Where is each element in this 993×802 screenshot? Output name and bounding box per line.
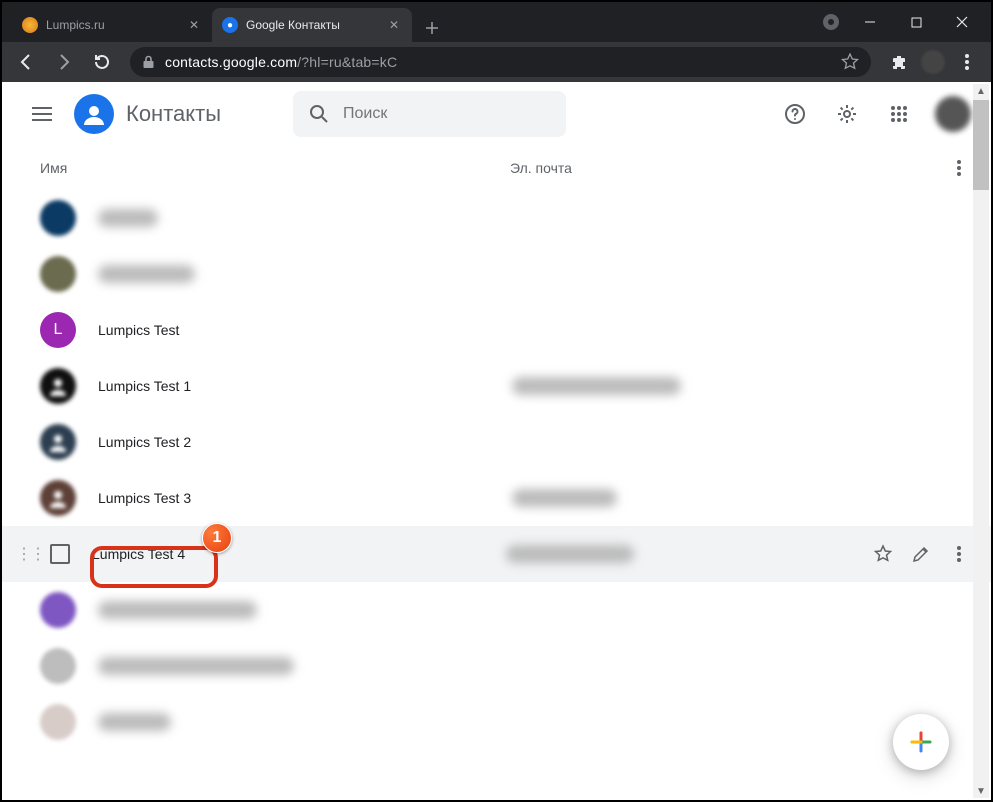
browser-profile-avatar[interactable] (921, 50, 945, 74)
contact-email (506, 545, 853, 563)
list-header: Имя Эл. почта (30, 146, 973, 190)
contact-avatar (40, 480, 76, 516)
contact-email (512, 377, 973, 395)
contact-row[interactable] (30, 582, 973, 638)
list-menu-button[interactable] (945, 154, 973, 182)
row-actions (853, 540, 973, 568)
contacts-list: Имя Эл. почта L Lumpics Test Lumpics Test … (2, 146, 991, 800)
scrollbar-thumb[interactable] (973, 100, 989, 190)
browser-tabs: Lumpics.ru ✕ ● Google Контакты ✕ (2, 2, 815, 42)
window-maximize-button[interactable] (893, 2, 939, 42)
extensions-button[interactable] (883, 46, 915, 78)
contact-row[interactable]: Lumpics Test 2 (30, 414, 973, 470)
contact-avatar (40, 256, 76, 292)
scrollbar-up-icon[interactable]: ▲ (973, 83, 989, 99)
account-avatar[interactable] (935, 96, 971, 132)
scrollbar[interactable]: ▲ ▼ (973, 84, 989, 798)
drag-handle-icon[interactable]: ⋮⋮ (16, 544, 44, 564)
row-checkbox[interactable] (50, 544, 70, 564)
contact-avatar (40, 200, 76, 236)
forward-button[interactable] (48, 46, 80, 78)
contact-name (98, 713, 512, 731)
contacts-logo-icon (74, 94, 114, 134)
contact-name: Lumpics Test (98, 322, 512, 338)
browser-address-bar: contacts.google.com/?hl=ru&tab=kC (2, 42, 991, 82)
lock-icon (142, 55, 155, 69)
scrollbar-down-icon[interactable]: ▼ (973, 783, 989, 799)
contact-row[interactable] (30, 246, 973, 302)
contact-row[interactable]: Lumpics Test 3 (30, 470, 973, 526)
contact-name: Lumpics Test 4 (92, 546, 506, 562)
search-icon (309, 104, 329, 124)
new-tab-button[interactable] (418, 14, 446, 42)
url-text: contacts.google.com/?hl=ru&tab=kC (165, 54, 397, 70)
help-button[interactable] (775, 94, 815, 134)
contact-row[interactable]: Lumpics Test 1 (30, 358, 973, 414)
create-contact-fab[interactable] (893, 714, 949, 770)
close-icon[interactable]: ✕ (186, 17, 202, 33)
column-email: Эл. почта (510, 160, 853, 176)
apps-button[interactable] (879, 94, 919, 134)
contact-avatar: L (40, 312, 76, 348)
app-header: Контакты (2, 82, 991, 146)
close-icon[interactable]: ✕ (386, 17, 402, 33)
contact-name: Lumpics Test 1 (98, 378, 512, 394)
reload-button[interactable] (86, 46, 118, 78)
main-menu-button[interactable] (22, 94, 62, 134)
window-close-button[interactable] (939, 2, 985, 42)
contact-avatar (40, 592, 76, 628)
contact-row[interactable] (30, 638, 973, 694)
contact-avatar (40, 424, 76, 460)
column-name: Имя (40, 160, 510, 176)
browser-tab-0[interactable]: Lumpics.ru ✕ (12, 8, 212, 42)
app-title: Контакты (126, 101, 221, 127)
contact-row[interactable] (30, 694, 973, 750)
contact-name: Lumpics Test 3 (98, 490, 512, 506)
contact-name (98, 657, 512, 675)
back-button[interactable] (10, 46, 42, 78)
window-controls (815, 2, 991, 42)
search-input[interactable] (343, 105, 550, 123)
browser-titlebar: Lumpics.ru ✕ ● Google Контакты ✕ (2, 2, 991, 42)
contact-avatar (40, 368, 76, 404)
favicon-icon: ● (222, 17, 238, 33)
settings-button[interactable] (827, 94, 867, 134)
contact-name (98, 209, 512, 227)
search-box[interactable] (293, 91, 566, 137)
star-button[interactable] (869, 540, 897, 568)
contact-row[interactable]: L Lumpics Test (30, 302, 973, 358)
address-field[interactable]: contacts.google.com/?hl=ru&tab=kC (130, 47, 871, 77)
contact-row[interactable]: ⋮⋮ Lumpics Test 4 (2, 526, 991, 582)
media-status-icon[interactable] (815, 6, 847, 38)
contact-email (512, 489, 973, 507)
contact-name (98, 265, 512, 283)
favicon-icon (22, 17, 38, 33)
tab-title: Google Контакты (246, 18, 378, 32)
contact-row[interactable] (30, 190, 973, 246)
edit-button[interactable] (907, 540, 935, 568)
column-actions (853, 154, 973, 182)
contact-name: Lumpics Test 2 (98, 434, 512, 450)
bookmark-star-icon[interactable] (841, 53, 859, 71)
browser-tab-1[interactable]: ● Google Контакты ✕ (212, 8, 412, 42)
tab-title: Lumpics.ru (46, 18, 178, 32)
contact-avatar (40, 704, 76, 740)
browser-menu-button[interactable] (951, 46, 983, 78)
window-minimize-button[interactable] (847, 2, 893, 42)
row-menu-button[interactable] (945, 540, 973, 568)
contact-name (98, 601, 512, 619)
contact-avatar (40, 648, 76, 684)
